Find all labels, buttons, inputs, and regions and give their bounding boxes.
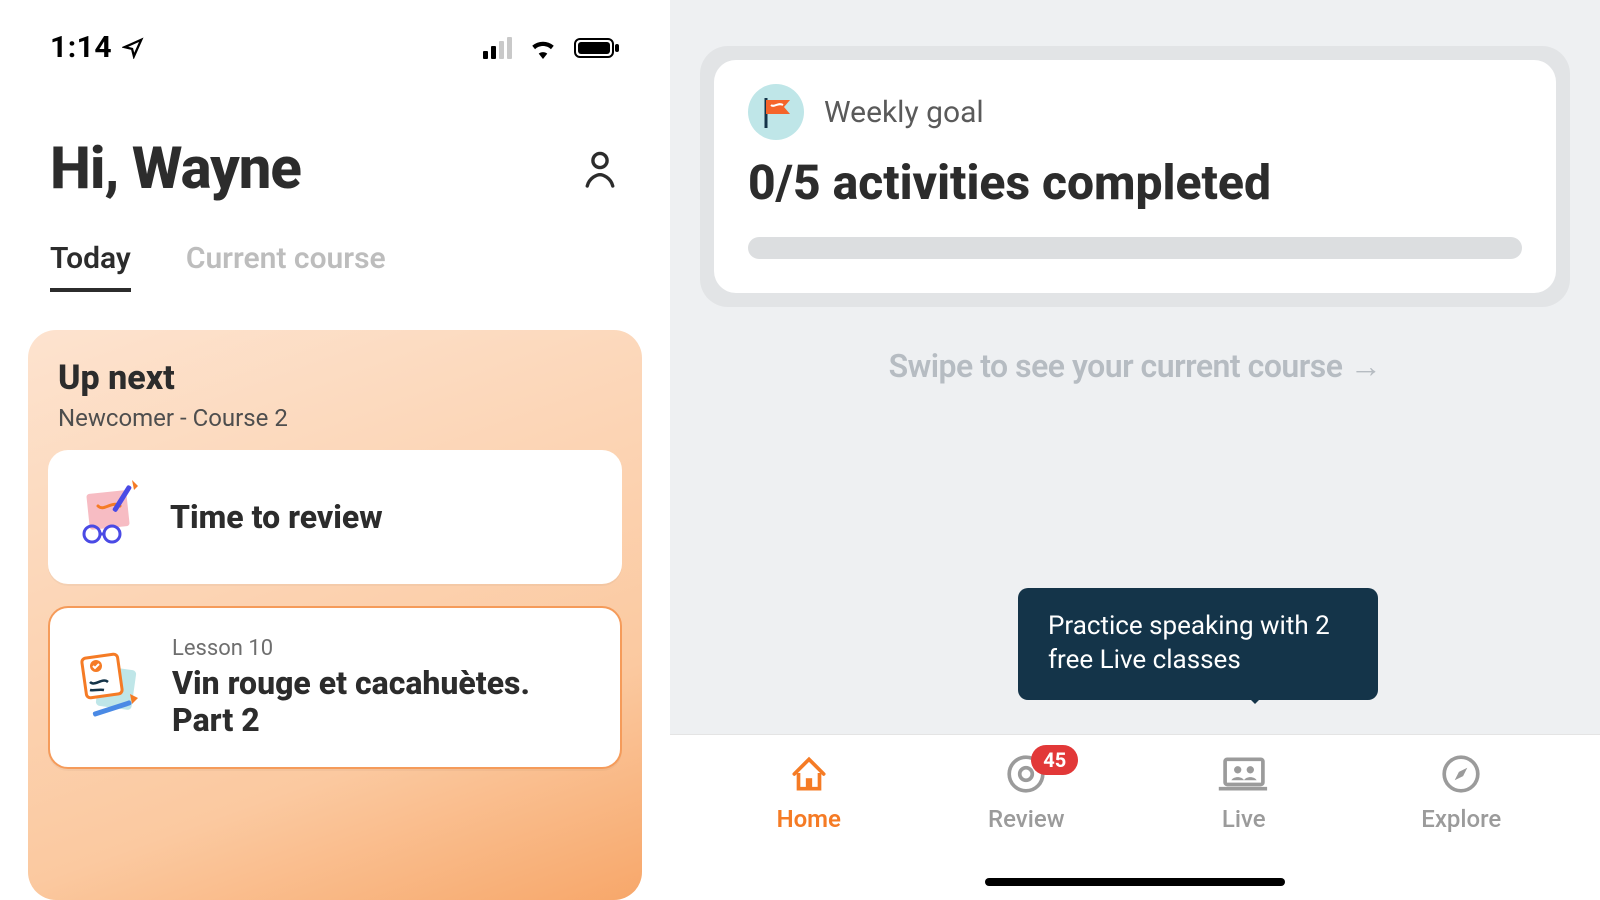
compass-icon <box>1439 753 1483 795</box>
weekly-goal-container: Weekly goal 0/5 activities completed <box>700 46 1570 307</box>
home-icon <box>787 753 831 795</box>
content-tabs: Today Current course <box>0 211 670 292</box>
greeting-text: Hi, Wayne <box>50 135 301 203</box>
greeting-row: Hi, Wayne <box>0 95 670 211</box>
location-arrow-icon <box>122 37 144 59</box>
tab-live[interactable]: Live <box>1154 753 1334 833</box>
status-right <box>483 37 620 59</box>
up-next-panel: Up next Newcomer - Course 2 Time to revi… <box>28 330 642 900</box>
review-artwork-icon <box>70 478 148 556</box>
wifi-icon <box>528 37 558 59</box>
profile-button[interactable] <box>580 149 620 189</box>
tab-label: Home <box>777 805 841 833</box>
live-tooltip: Practice speaking with 2 free Live class… <box>1018 588 1378 700</box>
tab-label: Explore <box>1421 805 1501 833</box>
goal-value: 0/5 activities completed <box>748 154 1522 211</box>
review-badge: 45 <box>1031 745 1078 775</box>
up-next-subtitle: Newcomer - Course 2 <box>58 404 612 432</box>
lesson-artwork-icon <box>72 648 150 726</box>
tab-today[interactable]: Today <box>50 241 131 292</box>
card-text: Time to review <box>170 499 383 536</box>
battery-icon <box>574 37 620 59</box>
status-time-group: 1:14 <box>50 30 144 65</box>
cellular-signal-icon <box>483 37 512 59</box>
tab-review[interactable]: 45 Review <box>936 753 1116 833</box>
user-icon <box>583 150 617 188</box>
card-time-to-review[interactable]: Time to review <box>48 450 622 584</box>
card-title: Time to review <box>170 499 383 536</box>
classroom-icon <box>1218 753 1270 795</box>
bottom-tab-bar: Home 45 Review Live Explore <box>670 734 1600 900</box>
card-kicker: Lesson 10 <box>172 636 598 661</box>
home-indicator <box>985 878 1285 886</box>
tab-label: Live <box>1222 805 1266 833</box>
tab-explore[interactable]: Explore <box>1371 753 1551 833</box>
goal-header: Weekly goal <box>748 84 1522 140</box>
card-lesson-10[interactable]: Lesson 10 Vin rouge et cacahuètes. Part … <box>48 606 622 769</box>
up-next-header: Up next Newcomer - Course 2 <box>28 358 642 450</box>
tab-home[interactable]: Home <box>719 753 899 833</box>
status-time: 1:14 <box>50 30 112 65</box>
goal-progress-bar <box>748 237 1522 259</box>
tab-label: Review <box>988 805 1065 833</box>
flag-icon <box>748 84 804 140</box>
card-text: Lesson 10 Vin rouge et cacahuètes. Part … <box>172 636 598 739</box>
right-screenshot: Weekly goal 0/5 activities completed Swi… <box>670 0 1600 900</box>
goal-label: Weekly goal <box>824 95 984 130</box>
tab-current-course[interactable]: Current course <box>186 241 386 292</box>
up-next-title: Up next <box>58 358 612 398</box>
card-title: Vin rouge et cacahuètes. Part 2 <box>172 665 598 739</box>
swipe-hint: Swipe to see your current course → <box>670 347 1600 385</box>
left-screenshot: 1:14 Hi, Wayne Today Current course Up n… <box>0 0 670 900</box>
status-bar: 1:14 <box>0 0 670 95</box>
weekly-goal-card[interactable]: Weekly goal 0/5 activities completed <box>714 60 1556 293</box>
